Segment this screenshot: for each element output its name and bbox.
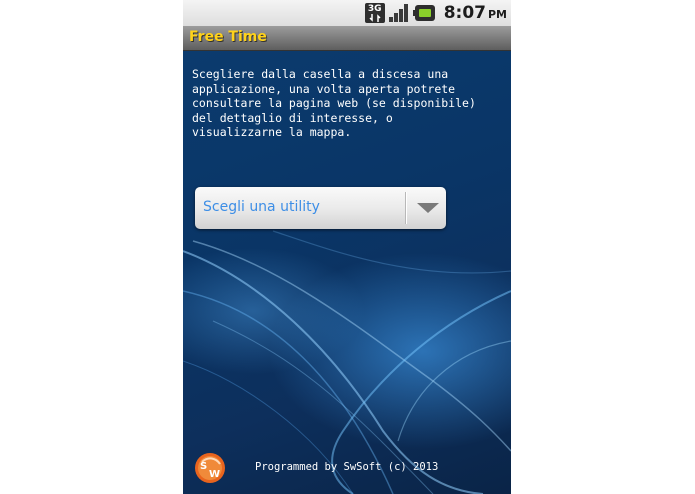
main-content: Scegliere dalla casella a discesa una ap… (183, 51, 511, 494)
3g-network-icon: 3G (364, 3, 385, 23)
network-type-label: 3G (367, 3, 382, 14)
chevron-down-icon (417, 203, 439, 213)
status-bar: 3G 8:07 PM (183, 0, 511, 26)
swsoft-logo: S W (194, 452, 226, 484)
clock-time: 8:07 (443, 3, 486, 23)
footer-credit: Programmed by SwSoft (c) 2013 (255, 461, 439, 473)
svg-text:S: S (200, 461, 207, 472)
clock-ampm: PM (487, 8, 507, 21)
phone-screen: 3G 8:07 PM Free Time Scegliere dalla cas… (183, 0, 511, 494)
spinner-divider (405, 192, 406, 224)
clock: 8:07 PM (444, 3, 507, 23)
spinner-placeholder: Scegli una utility (203, 199, 320, 215)
svg-text:W: W (209, 469, 220, 480)
app-title: Free Time (189, 29, 267, 45)
battery-icon (412, 4, 437, 22)
app-title-bar: Free Time (183, 26, 511, 51)
utility-spinner[interactable]: Scegli una utility (195, 187, 446, 229)
signal-strength-icon (388, 3, 410, 23)
instructions-text: Scegliere dalla casella a discesa una ap… (192, 67, 476, 139)
